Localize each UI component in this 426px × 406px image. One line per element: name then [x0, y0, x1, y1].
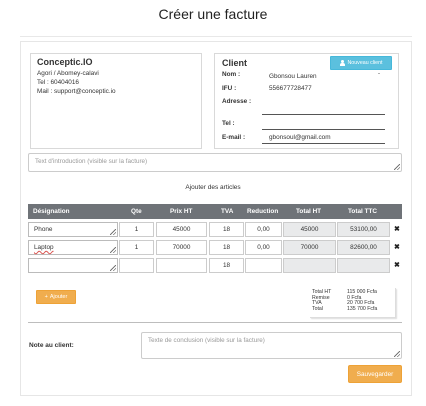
totals-row: Total 135 700 Fcfa [312, 305, 393, 313]
client-adresse-field[interactable] [262, 114, 385, 115]
user-icon [339, 60, 345, 66]
row1-designation[interactable]: Phone [28, 222, 118, 237]
row2-tva[interactable]: 18 [209, 240, 244, 255]
header-total-ttc: Total TTC [348, 208, 377, 215]
row2-prix[interactable]: 70000 [156, 240, 207, 255]
client-ifu-label: IFU : [222, 85, 237, 92]
resize-handle-icon[interactable] [110, 247, 116, 253]
resize-handle-icon[interactable] [110, 265, 116, 271]
header-tva: TVA [221, 208, 234, 215]
client-title: Client [222, 58, 248, 68]
row3-total-ht [283, 258, 336, 273]
row2-reduction[interactable]: 0,00 [245, 240, 282, 255]
row1-total-ht: 45000 [283, 222, 336, 237]
row1-designation-text: Phone [34, 226, 53, 233]
header-reduction: Reduction [247, 208, 279, 215]
chevron-down-icon[interactable]: - [378, 71, 380, 77]
conclusion-placeholder: Texte de conclusion (visible sur la fact… [148, 337, 265, 344]
totals-value: 135 700 Fcfa [347, 305, 378, 312]
client-tel-field[interactable] [262, 129, 385, 130]
client-email-underline [262, 143, 385, 144]
row3-qte[interactable] [119, 258, 154, 273]
intro-textarea[interactable]: Text d'introduction (visible sur la fact… [28, 153, 402, 172]
note-label: Note au client: [29, 342, 74, 349]
row2-total-ttc: 82600,00 [337, 240, 390, 255]
row1-tva[interactable]: 18 [209, 222, 244, 237]
add-article-button[interactable]: + Ajouter [36, 290, 76, 304]
plus-icon: + [44, 294, 48, 300]
row2-designation-text: Laptop [34, 244, 54, 251]
row3-total-ttc [337, 258, 390, 273]
company-phone: Tel : 60404016 [37, 79, 79, 86]
resize-handle-icon[interactable] [394, 164, 400, 170]
articles-table-header: Désignation Qte Prix HT TVA Reduction To… [28, 204, 402, 219]
row3-tva[interactable]: 18 [209, 258, 244, 273]
row1-qte[interactable]: 1 [119, 222, 154, 237]
client-email-label: E-mail : [222, 134, 246, 141]
company-name: Conceptic.IO [37, 57, 93, 67]
company-info-box: Conceptic.IO Agori / Abomey-calavi Tel :… [30, 53, 202, 149]
row3-reduction[interactable] [245, 258, 282, 273]
header-designation: Désignation [33, 208, 70, 215]
company-address: Agori / Abomey-calavi [37, 70, 99, 77]
client-email-field[interactable]: gbonsoul@gmail.com [269, 134, 331, 141]
company-mail: Mail : support@conceptic.io [37, 88, 116, 95]
row3-designation[interactable] [28, 258, 118, 273]
delete-row1-icon[interactable]: ✖ [394, 225, 400, 233]
intro-placeholder: Text d'introduction (visible sur la fact… [35, 158, 148, 165]
page-title: Créer une facture [158, 6, 268, 22]
row1-reduction[interactable]: 0,00 [245, 222, 282, 237]
client-ifu-value: 556677728477 [269, 85, 312, 92]
new-client-label: Nouveau client [347, 60, 383, 66]
client-nom-select[interactable]: Gbonsou Lauren [269, 73, 317, 80]
client-adresse-label: Adresse : [222, 98, 252, 105]
totals-box: Total HT 115 000 Fcfa Remise 0 Fcfa TVA 20 … [310, 288, 396, 318]
header-total-ht: Total HT [296, 208, 322, 215]
row2-total-ht: 70000 [283, 240, 336, 255]
header-qte: Qte [131, 208, 142, 215]
delete-row2-icon[interactable]: ✖ [394, 243, 400, 251]
resize-handle-icon[interactable] [110, 229, 116, 235]
save-button[interactable]: Sauvegarder [348, 365, 402, 383]
client-info-box: Client Nouveau client Nom : Gbonsou Laur… [214, 53, 399, 149]
section-divider [28, 322, 402, 323]
add-article-label: Ajouter [49, 294, 68, 300]
resize-handle-icon[interactable] [394, 351, 400, 357]
row2-designation[interactable]: Laptop [28, 240, 118, 255]
row3-prix[interactable] [156, 258, 207, 273]
row1-total-ttc: 53100,00 [337, 222, 390, 237]
client-tel-label: Tel : [222, 120, 235, 127]
articles-title: Ajouter des articles [185, 184, 241, 191]
title-divider [20, 36, 412, 37]
client-nom-label: Nom : [222, 71, 241, 78]
header-prix-ht: Prix HT [170, 208, 193, 215]
conclusion-textarea[interactable]: Texte de conclusion (visible sur la fact… [141, 332, 402, 359]
row2-qte[interactable]: 1 [119, 240, 154, 255]
new-client-button[interactable]: Nouveau client [330, 56, 392, 70]
delete-row3-icon[interactable]: ✖ [394, 261, 400, 269]
row1-prix[interactable]: 45000 [156, 222, 207, 237]
totals-label: Total [312, 305, 323, 312]
